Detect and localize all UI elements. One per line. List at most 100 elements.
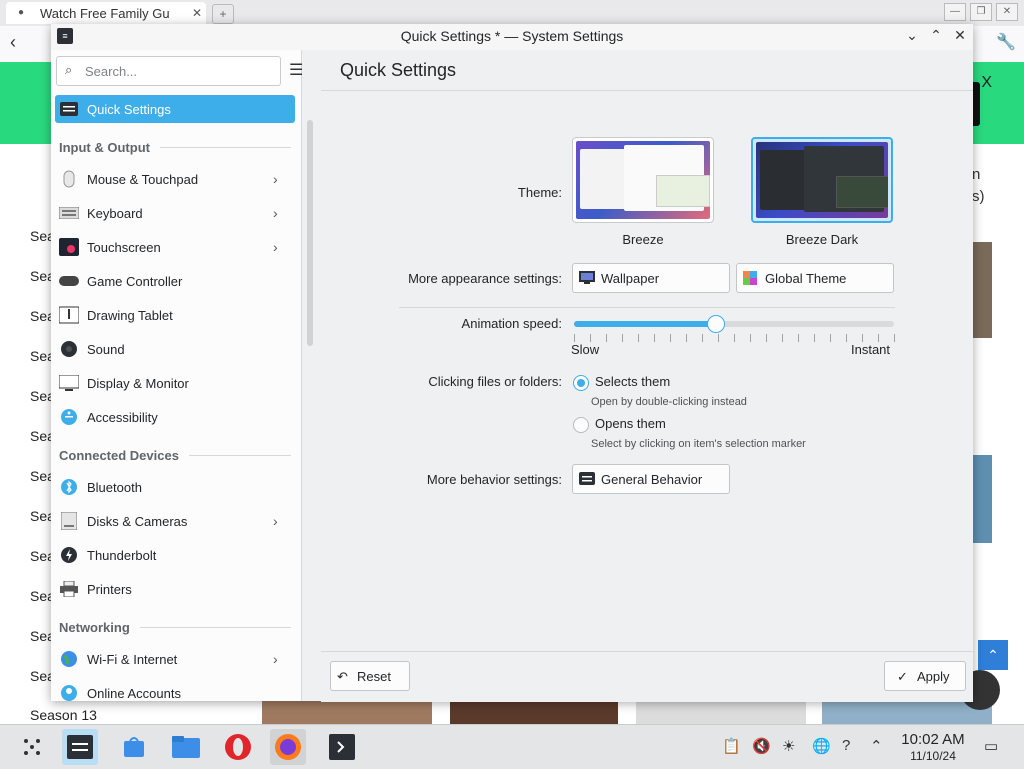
opera-browser-icon[interactable] — [220, 729, 256, 765]
wallpaper-button[interactable]: Wallpaper — [572, 263, 730, 293]
terminal-icon[interactable] — [324, 729, 360, 765]
close-icon[interactable]: ✕ — [996, 3, 1018, 21]
episode-thumbnail[interactable] — [973, 455, 992, 543]
gamepad-icon — [59, 272, 79, 290]
page-title: Quick Settings — [340, 60, 457, 80]
brightness-icon[interactable]: ☀ — [782, 737, 795, 755]
sidebar-item-disks-cameras[interactable]: Disks & Cameras › — [55, 507, 295, 535]
browser-window-controls: — ❐ ✕ — [944, 3, 1018, 21]
chevron-right-icon: › — [273, 239, 278, 255]
radio-selects-them[interactable] — [573, 375, 589, 391]
minimize-icon[interactable]: — — [944, 3, 966, 21]
new-tab-button[interactable]: + — [212, 4, 234, 24]
animation-speed-slider[interactable] — [574, 315, 894, 333]
theme-card-breeze-dark[interactable] — [751, 137, 893, 223]
slider-tick — [894, 334, 895, 342]
radio-help-selects-them: Open by double-clicking instead — [591, 396, 747, 408]
radio-label-opens-them[interactable]: Opens them — [595, 416, 666, 431]
show-desktop-icon[interactable]: ▭ — [984, 737, 998, 755]
episode-thumbnail[interactable] — [636, 700, 806, 724]
system-settings-task-icon[interactable] — [62, 729, 98, 765]
general-behavior-button[interactable]: General Behavior — [572, 464, 730, 494]
sidebar-item-bluetooth[interactable]: Bluetooth — [55, 473, 295, 501]
sidebar-item-online-accounts[interactable]: Online Accounts — [55, 679, 295, 701]
section-heading: Connected Devices — [59, 447, 179, 463]
sidebar-item-label: Thunderbolt — [87, 547, 157, 563]
app-launcher-icon[interactable] — [14, 729, 50, 765]
sidebar-scrollbar[interactable] — [307, 120, 313, 346]
sidebar-item-printers[interactable]: Printers — [55, 575, 295, 603]
restore-icon[interactable]: ❐ — [970, 3, 992, 21]
file-manager-icon[interactable] — [168, 729, 204, 765]
sidebar-item-drawing-tablet[interactable]: Drawing Tablet — [55, 301, 295, 329]
sidebar-item-label: Bluetooth — [87, 479, 142, 495]
search-input[interactable] — [83, 61, 277, 81]
slider-max-label: Instant — [851, 342, 891, 357]
slider-tick — [606, 334, 607, 342]
theme-card-breeze[interactable] — [572, 137, 714, 223]
volume-muted-icon[interactable]: 🔇 — [752, 737, 771, 755]
episode-thumbnail[interactable] — [973, 242, 992, 338]
browser-tab[interactable]: ● Watch Free Family Gu ✕ — [6, 2, 206, 24]
scroll-to-top-button[interactable]: ⌃ — [978, 640, 1008, 670]
slider-tick — [814, 334, 815, 342]
clock-date[interactable]: 11/10/24 — [896, 749, 970, 763]
slider-handle[interactable] — [706, 315, 725, 333]
global-theme-button[interactable]: Global Theme — [736, 263, 894, 293]
discover-store-icon[interactable] — [116, 729, 152, 765]
accounts-icon — [59, 684, 79, 701]
hamburger-menu-icon[interactable]: ☰ — [289, 60, 303, 80]
sidebar-item-wifi-internet[interactable]: Wi-Fi & Internet › — [55, 645, 295, 673]
episode-thumbnail[interactable] — [262, 700, 432, 724]
banner-close-icon[interactable]: X — [981, 74, 992, 92]
clipboard-icon[interactable]: 📋 — [722, 737, 741, 755]
sidebar-item-label: Keyboard — [87, 205, 143, 221]
window-titlebar[interactable]: ≡ Quick Settings * — System Settings ⌄ ⌃… — [51, 24, 973, 50]
thunderbolt-icon — [59, 546, 79, 564]
sidebar-item-accessibility[interactable]: Accessibility — [55, 403, 295, 431]
slider-tick — [734, 334, 735, 342]
bluetooth-icon — [59, 478, 79, 496]
theme-label: Theme: — [517, 185, 562, 200]
radio-opens-them[interactable] — [573, 417, 589, 433]
chevron-right-icon: › — [273, 205, 278, 221]
sidebar-item-sound[interactable]: Sound — [55, 335, 295, 363]
firefox-icon[interactable] — [270, 729, 306, 765]
tablet-icon — [59, 306, 79, 324]
sidebar-item-mouse-touchpad[interactable]: Mouse & Touchpad › — [55, 165, 295, 193]
sidebar-item-thunderbolt[interactable]: Thunderbolt — [55, 541, 295, 569]
minimize-icon[interactable]: ⌄ — [905, 27, 919, 44]
radio-label-selects-them[interactable]: Selects them — [595, 374, 670, 389]
reset-button[interactable]: ↶ Reset — [330, 661, 410, 691]
maximize-icon[interactable]: ⌃ — [929, 27, 943, 44]
section-networking: Networking — [59, 617, 291, 637]
wallpaper-icon — [579, 271, 595, 285]
checkmark-icon: ✓ — [897, 669, 908, 684]
sidebar-item-touchscreen[interactable]: Touchscreen › — [55, 233, 295, 261]
close-icon[interactable]: ✕ — [953, 27, 967, 44]
sidebar-item-quick-settings[interactable]: Quick Settings — [55, 95, 295, 123]
network-icon[interactable]: 🌐 — [812, 737, 831, 755]
clock-time[interactable]: 10:02 AM — [896, 731, 970, 748]
season-link[interactable]: Season 13 — [30, 707, 97, 723]
slider-tick — [766, 334, 767, 342]
tray-expand-icon[interactable]: ⌃ — [870, 737, 883, 755]
slider-tick — [782, 334, 783, 342]
sidebar-item-label: Display & Monitor — [87, 375, 189, 391]
sidebar-item-label: Touchscreen — [87, 239, 161, 255]
wrench-icon[interactable]: 🔧 — [996, 32, 1016, 52]
theme-caption-breeze: Breeze — [622, 232, 664, 247]
section-divider — [399, 307, 895, 308]
section-input-output: Input & Output — [59, 137, 291, 157]
help-icon[interactable]: ? — [842, 737, 850, 754]
sidebar-item-display-monitor[interactable]: Display & Monitor — [55, 369, 295, 397]
site-favicon-icon: ● — [18, 7, 25, 18]
browser-tabbar: ● Watch Free Family Gu ✕ + — ❐ ✕ — [0, 0, 1024, 26]
back-icon[interactable]: ‹ — [10, 32, 16, 53]
sidebar-item-game-controller[interactable]: Game Controller — [55, 267, 295, 295]
sidebar-item-keyboard[interactable]: Keyboard › — [55, 199, 295, 227]
apply-button[interactable]: ✓ Apply — [884, 661, 966, 691]
search-field[interactable]: ⌕ — [56, 56, 281, 86]
episode-thumbnail[interactable] — [450, 700, 618, 724]
close-tab-icon[interactable]: ✕ — [192, 6, 202, 20]
